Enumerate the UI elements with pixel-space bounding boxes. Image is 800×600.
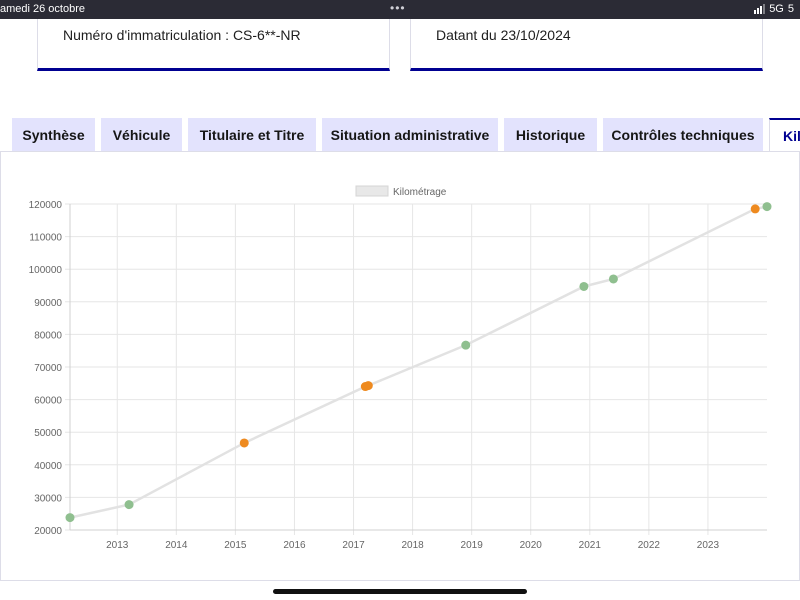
y-tick-label: 100000 [29, 265, 63, 276]
mileage-panel: 20000 30000 40000 50000 60000 70000 80000 90000… [0, 151, 800, 581]
y-tick-label: 20000 [34, 526, 62, 537]
x-tick-label: 2018 [401, 540, 424, 551]
y-tick-label: 40000 [34, 461, 62, 472]
x-tick-label: 2022 [638, 540, 661, 551]
data-point [65, 513, 75, 523]
x-tick-label: 2016 [283, 540, 306, 551]
report-date: Datant du 23/10/2024 [436, 27, 571, 43]
legend-label: Kilométrage [393, 187, 447, 198]
x-tick-label: 2017 [342, 540, 365, 551]
mileage-chart: 20000 30000 40000 50000 60000 70000 80000 90000… [29, 185, 772, 551]
x-tick-label: 2021 [579, 540, 602, 551]
tab-kilometrage[interactable]: Kilométrage [769, 118, 800, 152]
signal-icon [754, 4, 766, 14]
data-point [239, 438, 249, 448]
tab-situation-administrative[interactable]: Situation administrative [322, 118, 498, 152]
status-bar: amedi 26 octobre ••• 5G 5 [0, 0, 800, 19]
tab-controles-techniques[interactable]: Contrôles techniques [603, 118, 763, 152]
data-point [608, 274, 618, 284]
multitasking-dots-icon[interactable]: ••• [390, 1, 406, 15]
data-point [461, 340, 471, 350]
y-tick-label: 60000 [34, 396, 62, 407]
y-tick-label: 90000 [34, 298, 62, 309]
home-indicator[interactable] [273, 589, 527, 594]
registration-number: Numéro d'immatriculation : CS-6**-NR [63, 27, 301, 43]
y-tick-label: 80000 [34, 330, 62, 341]
data-point [762, 202, 772, 212]
data-point [363, 381, 373, 391]
tab-titulaire-titre[interactable]: Titulaire et Titre [188, 118, 316, 152]
y-tick-label: 30000 [34, 493, 62, 504]
status-date: amedi 26 octobre [0, 3, 85, 15]
y-tick-label: 110000 [29, 233, 62, 244]
x-tick-label: 2013 [106, 540, 129, 551]
y-tick-label: 120000 [29, 200, 63, 211]
x-tick-label: 2015 [224, 540, 247, 551]
y-tick-label: 70000 [34, 363, 62, 374]
data-point [750, 204, 760, 214]
x-tick-label: 2014 [165, 540, 188, 551]
tab-bar: Synthèse Véhicule Titulaire et Titre Sit… [0, 118, 800, 152]
status-indicators: 5G 5 [754, 3, 794, 15]
tab-synthese[interactable]: Synthèse [12, 118, 95, 152]
x-tick-label: 2020 [520, 540, 543, 551]
data-point [124, 500, 134, 510]
y-tick-label: 50000 [34, 428, 62, 439]
battery-label: 5 [787, 3, 794, 15]
tab-vehicule[interactable]: Véhicule [101, 118, 182, 152]
data-point [579, 281, 589, 291]
legend-swatch [355, 185, 389, 197]
network-label: 5G [769, 3, 784, 15]
registration-card: Numéro d'immatriculation : CS-6**-NR [37, 19, 390, 71]
series-line [69, 205, 768, 519]
x-tick-label: 2019 [461, 540, 484, 551]
tab-historique[interactable]: Historique [504, 118, 597, 152]
x-tick-label: 2023 [697, 540, 720, 551]
date-card: Datant du 23/10/2024 [410, 19, 763, 71]
